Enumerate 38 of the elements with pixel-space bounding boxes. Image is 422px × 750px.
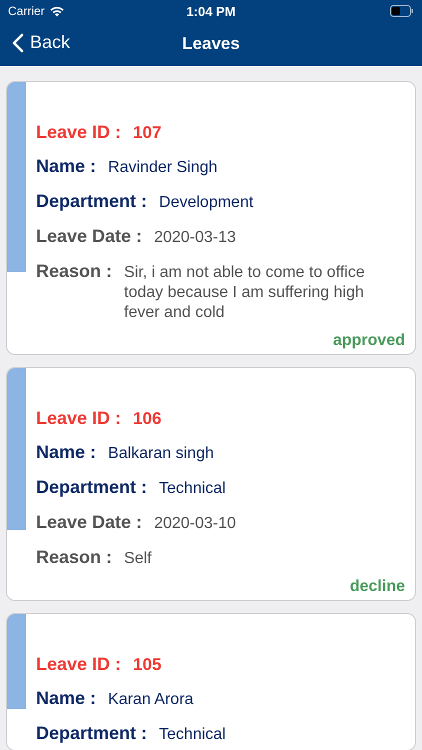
field-label: Leave ID : <box>36 407 122 429</box>
leave-status: approved <box>332 332 405 350</box>
carrier-name: Carrier <box>8 4 45 18</box>
field-value: Sir, i am not able to come to office today because I am suffering high fever and cold <box>124 263 366 323</box>
field-value: Karan Arora <box>108 690 194 710</box>
field-value: Ravinder Singh <box>108 158 218 178</box>
field-label: Department : <box>36 722 148 744</box>
field-label: Leave Date : <box>36 511 142 533</box>
field-value: 105 <box>133 654 162 676</box>
field-value: Balkaran singh <box>108 444 214 464</box>
field-value: Technical <box>159 725 226 745</box>
leave-card[interactable]: Leave ID : 105 Name : Karan Arora Department : Technical <box>6 613 416 750</box>
clock-time: 1:04 PM <box>186 4 236 18</box>
field-label: Leave Date : <box>36 225 142 247</box>
field-value: Development <box>159 193 254 213</box>
field-value: Technical <box>159 479 226 499</box>
chevron-left-icon <box>12 32 24 52</box>
field-label: Reason : <box>36 546 112 568</box>
wifi-icon <box>48 5 65 17</box>
field-label: Department : <box>36 190 148 212</box>
field-label: Name : <box>36 155 96 177</box>
field-label: Name : <box>36 687 96 709</box>
field-label: Reason : <box>36 260 112 282</box>
field-label: Name : <box>36 441 96 463</box>
screen-title: Leaves <box>182 34 240 54</box>
field-value: 2020-03-10 <box>154 514 236 534</box>
leave-card[interactable]: Leave ID : 107 Name : Ravinder Singh Department : Development Leave Date : 2020-03-13 Reason : Sir, i am not able to come to office today because I am suffering high fever and cold approved <box>6 81 416 355</box>
leave-card[interactable]: Leave ID : 106 Name : Balkaran singh Department : Technical Leave Date : 2020-03-10 Reason : Self decline <box>6 367 416 601</box>
field-value: 107 <box>133 122 162 144</box>
field-value: 106 <box>133 408 162 430</box>
leave-status: decline <box>350 578 405 596</box>
field-value: 2020-03-13 <box>154 228 236 248</box>
field-label: Leave ID : <box>36 121 122 143</box>
field-value: Self <box>124 549 152 569</box>
field-label: Department : <box>36 476 148 498</box>
field-label: Leave ID : <box>36 653 122 675</box>
battery-icon <box>390 5 414 17</box>
back-button[interactable]: Back <box>12 32 70 53</box>
